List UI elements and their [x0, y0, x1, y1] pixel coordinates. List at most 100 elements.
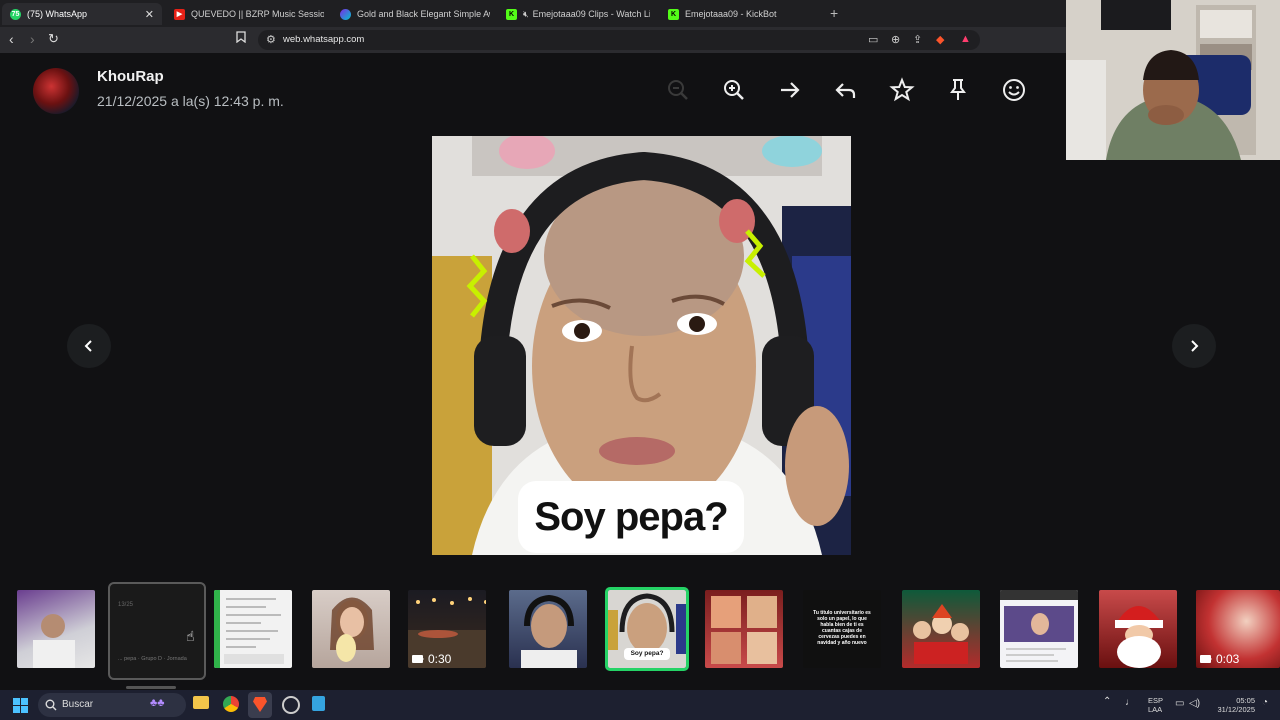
clock[interactable]: 05:05 31/12/2025 [1213, 696, 1255, 714]
thumbnail[interactable] [902, 590, 980, 668]
thumbnail[interactable]: 13/25 ... pepa · Grupo D · Jornada ☝︎ [108, 582, 206, 680]
site-info-icon[interactable]: ⚙ [266, 33, 276, 46]
new-tab-button[interactable]: + [830, 5, 838, 21]
thumbnail-text: ... pepa · Grupo D · Jornada [118, 656, 187, 662]
thumbnail-image [1000, 590, 1078, 662]
tab-title: Emejotaaa09 Clips - Watch Live o [532, 9, 650, 19]
thumbnail[interactable] [705, 590, 783, 668]
clock-time: 05:05 [1236, 696, 1255, 705]
thumbnail-image [1115, 606, 1163, 668]
brave-rewards-icon[interactable]: ▲ [960, 33, 971, 45]
tab-kick-clips[interactable]: K 🔇︎ Emejotaaa09 Clips - Watch Live o [498, 3, 650, 25]
cast-icon[interactable]: ▭ [868, 33, 878, 46]
kick-icon: K [668, 8, 679, 20]
zoom-in-icon[interactable] [721, 77, 747, 103]
brave-icon [253, 697, 267, 712]
message-date: 21/12/2025 a la(s) 12:43 p. m. [97, 93, 284, 109]
image-caption: Soy pepa? [518, 481, 744, 553]
bookmark-icon[interactable] [236, 31, 246, 46]
thumbnail-selected[interactable]: Soy pepa? [605, 587, 689, 671]
taskbar: Buscar ♣♣ ⌃ ♩ ESP LAA ▭ ◁) 05:05 31/12/2… [0, 690, 1280, 720]
search-icon [45, 699, 57, 711]
tab-canva[interactable]: Gold and Black Elegant Simple Awar [332, 3, 490, 25]
thumbnail-image [33, 614, 75, 668]
sender-name: KhouRap [97, 68, 164, 85]
taskbar-search[interactable]: Buscar ♣♣ [38, 693, 186, 717]
video-duration: 0:03 [1200, 652, 1239, 666]
thumbnail[interactable] [17, 590, 95, 668]
cursor-icon: ☝︎ [186, 628, 195, 644]
forward-icon[interactable] [777, 77, 803, 103]
thumbnail-image [521, 594, 577, 668]
thumbnail-date: 13/25 [118, 602, 134, 608]
thumbnail[interactable]: Tu título universitario es solo un papel… [803, 590, 881, 668]
thumbnail-image [330, 597, 374, 662]
tab-kickbot[interactable]: K Emejotaaa09 - KickBot [660, 3, 820, 25]
lang-code: ESP [1148, 696, 1164, 705]
webcam-video [1066, 0, 1280, 160]
tab-title: QUEVEDO || BZRP Music Sessions #5 [191, 9, 324, 19]
chrome-icon[interactable] [223, 696, 239, 712]
kick-icon: K [506, 8, 517, 20]
emoji-icon[interactable] [1001, 77, 1027, 103]
next-button[interactable] [1172, 324, 1216, 368]
youtube-icon: ▶ [174, 8, 185, 20]
avatar[interactable] [33, 68, 79, 114]
thumbnail-caption: Soy pepa? [624, 648, 670, 660]
url-text: web.whatsapp.com [283, 34, 365, 45]
language-indicator[interactable]: ESP LAA [1148, 696, 1163, 714]
windows-start-icon[interactable] [13, 698, 28, 713]
clock-date: 31/12/2025 [1217, 705, 1255, 714]
chevron-left-icon [84, 340, 92, 352]
thumbnail-text: Tu título universitario es solo un papel… [813, 610, 871, 646]
thumbnail[interactable] [1099, 590, 1177, 668]
thumbnail-strip: 13/25 ... pepa · Grupo D · Jornada ☝︎ 0:… [0, 580, 1280, 680]
url-field[interactable]: ⚙ web.whatsapp.com ▭ ⊕ ⇪ ◆ ▲ [258, 30, 980, 50]
close-tab-icon[interactable]: ✕ [145, 8, 154, 21]
search-placeholder: Buscar [62, 699, 94, 710]
thumbnail[interactable]: 0:03 [1196, 590, 1280, 668]
media-image[interactable]: Soy pepa? [432, 136, 851, 555]
tab-youtube[interactable]: ▶ QUEVEDO || BZRP Music Sessions #5 [166, 3, 324, 25]
tab-title: (75) WhatsApp [27, 9, 88, 19]
canva-icon [340, 8, 351, 20]
thumbnail[interactable] [312, 590, 390, 668]
volume-icon[interactable]: ◁) [1189, 698, 1200, 709]
thumbnail[interactable]: 0:30 [408, 590, 486, 668]
whatsapp-icon: 75 [10, 8, 21, 20]
thumbnail-image [913, 604, 969, 664]
star-icon[interactable] [889, 77, 915, 103]
pin-icon[interactable] [945, 77, 971, 103]
tab-title: Emejotaaa09 - KickBot [685, 9, 777, 19]
app-icon[interactable] [282, 696, 300, 714]
webcam-overlay [1066, 0, 1280, 160]
reply-icon[interactable] [833, 77, 859, 103]
tab-title: Gold and Black Elegant Simple Awar [357, 9, 490, 19]
share-icon[interactable]: ⇪ [913, 33, 922, 46]
chevron-up-icon[interactable]: ⌃ [1103, 696, 1111, 707]
video-camera-icon [412, 655, 424, 663]
reload-icon[interactable]: ↻ [48, 31, 59, 47]
lang-layout: LAA [1148, 705, 1163, 714]
file-explorer-icon[interactable] [193, 696, 209, 709]
notes-icon[interactable] [312, 696, 325, 711]
thumbnail-scrollbar[interactable] [126, 686, 176, 689]
tab-whatsapp[interactable]: 75 (75) WhatsApp ✕ [2, 3, 162, 25]
forward-nav-icon[interactable]: › [30, 31, 35, 47]
network-icon[interactable]: ▭ [1175, 698, 1184, 709]
thumbnail[interactable] [214, 590, 292, 668]
brave-shield-icon[interactable]: ◆ [936, 33, 944, 46]
thumbnail[interactable] [1000, 590, 1078, 668]
zoom-out-icon[interactable] [665, 77, 691, 103]
back-icon[interactable]: ‹ [9, 31, 14, 47]
taskbar-active-app[interactable] [248, 692, 272, 718]
thumbnail[interactable] [509, 590, 587, 668]
zoom-icon[interactable]: ⊕ [891, 33, 900, 46]
notification-icon[interactable]: ◔ [1262, 697, 1268, 708]
microphone-icon[interactable]: ♩ [1125, 697, 1135, 708]
previous-button[interactable] [67, 324, 111, 368]
chevron-right-icon [1191, 340, 1199, 352]
address-bar-row: ‹ › ↻ ⚙ web.whatsapp.com ▭ ⊕ ⇪ ◆ ▲ [0, 27, 1066, 53]
muted-icon: 🔇︎ [523, 8, 529, 19]
thumbnail-image [711, 596, 777, 664]
